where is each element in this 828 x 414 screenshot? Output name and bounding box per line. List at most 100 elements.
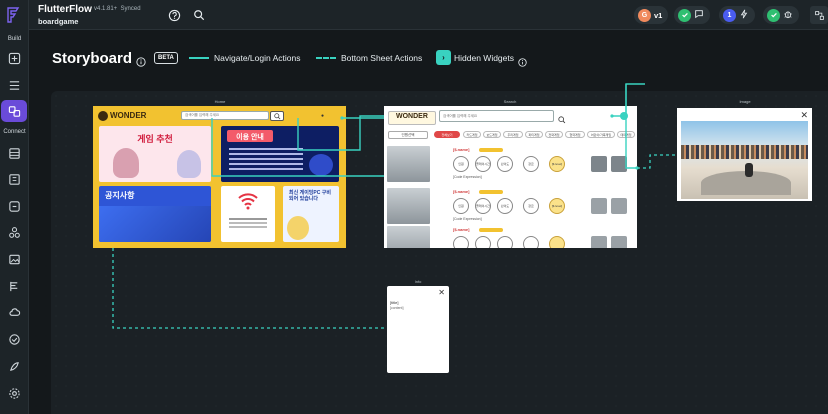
lightning-icon[interactable]	[739, 6, 749, 24]
share-icon[interactable]	[810, 6, 828, 24]
debug-pill[interactable]	[763, 6, 799, 24]
image-screen[interactable]: ✕	[677, 108, 812, 201]
copy-button[interactable]	[611, 198, 627, 214]
copy-button[interactable]	[611, 236, 627, 248]
chip-category[interactable]: 테마게임	[617, 131, 635, 138]
info-icon[interactable]	[136, 54, 146, 72]
search-screen-label: Search	[503, 99, 517, 104]
sidebar-section-connect: Connect	[3, 129, 26, 135]
game-list-item[interactable]: [$.name]	[387, 224, 634, 248]
widget-tree-icon[interactable]	[6, 77, 22, 93]
chip-category[interactable]: 어린이/가족게임	[587, 131, 615, 138]
project-name[interactable]: boardgame	[38, 17, 78, 26]
chip-category[interactable]: 보드게임	[483, 131, 501, 138]
mascot-image	[287, 216, 309, 240]
theme-icon[interactable]	[6, 358, 22, 374]
cloud-functions-icon[interactable]	[6, 304, 22, 320]
stat-bubble: 인원	[453, 156, 469, 172]
game-recommend-tile[interactable]: 게임 추천	[99, 126, 211, 182]
copy-button[interactable]	[611, 156, 627, 172]
location-icon[interactable]	[620, 112, 628, 120]
close-icon[interactable]: ✕	[438, 288, 445, 297]
media-assets-icon[interactable]	[6, 251, 22, 267]
notice-image	[99, 206, 211, 242]
avatar-icon: G	[638, 8, 651, 22]
game-thumbnail	[387, 188, 430, 224]
stat-bubble	[475, 236, 491, 248]
chip-all[interactable]: 전체보기	[434, 131, 460, 138]
pages-icon[interactable]	[6, 50, 22, 66]
home-screen[interactable]: WONDER 검색어를 입력해 주세요 ● 게임 추천 이용 안내 공지사항 최…	[93, 106, 346, 248]
search-icon[interactable]	[270, 111, 284, 121]
chat-icon[interactable]	[694, 6, 704, 24]
gaming-pc-tile[interactable]: 최신 게이밍PC 구비되어 있습니다	[283, 186, 339, 242]
level-bubble: [$.level]	[549, 198, 565, 214]
search-icon[interactable]	[558, 111, 566, 129]
info-bottom-sheet[interactable]: ✕ [title] [content]	[387, 286, 449, 373]
tile-title: 최신 게이밍PC 구비되어 있습니다	[289, 190, 331, 202]
game-list-item[interactable]: [$.name] 인원 플레이시간 난이도 장르 [$.level] [Code…	[387, 186, 634, 224]
game-list-item[interactable]: [$.name] 인원 플레이시간 난이도 장르 [$.level] [Code…	[387, 144, 634, 182]
api-calls-icon[interactable]	[6, 171, 22, 187]
version-badge: v1	[654, 10, 663, 20]
legend-hidden-widgets: Hidden Widgets	[454, 53, 515, 63]
search-page-input[interactable]: 검색어를 입력해 주세요	[439, 110, 554, 122]
character-image	[113, 148, 139, 178]
chip-category[interactable]: 전략게임	[545, 131, 563, 138]
info-content: [content]	[390, 306, 404, 310]
title-text: Storyboard	[52, 50, 133, 67]
tile-title: 이용 안내	[236, 134, 264, 141]
search-screen[interactable]: WONDER 검색어를 입력해 주세요 인원선택 전체보기 카드게임 보드게임 …	[384, 106, 637, 248]
search-icon[interactable]	[192, 8, 206, 22]
app-settings-icon[interactable]	[6, 278, 22, 294]
search-logo: WONDER	[396, 113, 428, 120]
game-name: [$.name]	[453, 147, 470, 152]
chip-category[interactable]: 협력게임	[565, 131, 585, 138]
chip-category[interactable]: 카드게임	[463, 131, 481, 138]
validation-pill[interactable]	[674, 6, 710, 24]
level-bubble: [$.level]	[549, 156, 565, 172]
top-bar: FlutterFlow v4.1.81+ Synced boardgame G …	[29, 0, 828, 30]
storyboard-icon[interactable]	[1, 100, 27, 122]
collaborators-pill[interactable]: 1	[719, 6, 755, 24]
people-select[interactable]: 인원선택	[388, 131, 428, 139]
bug-icon[interactable]	[783, 6, 793, 24]
close-icon[interactable]: ✕	[800, 110, 808, 121]
navigate-legend-line	[189, 57, 209, 59]
app-state-icon[interactable]	[6, 198, 22, 214]
level-bubble	[549, 236, 565, 248]
stat-bubble: 장르	[523, 156, 539, 172]
sync-status: Synced	[120, 6, 141, 12]
firestore-icon[interactable]	[6, 145, 22, 161]
wifi-icon	[237, 192, 259, 215]
stat-bubble: 인원	[453, 198, 469, 214]
chip-category[interactable]: 파티게임	[525, 131, 543, 138]
home-search-input[interactable]: 검색어를 입력해 주세요	[181, 111, 269, 120]
guide-text-lines	[229, 148, 303, 150]
bookmark-button[interactable]	[591, 156, 607, 172]
flutterflow-logo-icon[interactable]	[5, 6, 23, 24]
stat-bubble: 플레이시간	[475, 156, 491, 172]
custom-code-icon[interactable]	[6, 224, 22, 240]
usage-guide-tile[interactable]: 이용 안내	[221, 126, 339, 182]
wifi-tile[interactable]	[221, 186, 275, 242]
version-selector[interactable]: G v1	[634, 6, 668, 24]
app-version: v4.1.81+ Synced	[94, 6, 141, 12]
settings-icon[interactable]	[6, 385, 22, 401]
skater-image	[745, 163, 753, 177]
hidden-widgets-toggle[interactable]: ›	[436, 50, 451, 65]
bookmark-button[interactable]	[591, 198, 607, 214]
info-screen-label: Info	[414, 279, 422, 284]
help-icon[interactable]	[167, 8, 181, 22]
logo-mark-icon	[98, 111, 108, 121]
code-expression: [Code Expression]	[453, 175, 482, 179]
info-icon[interactable]	[518, 54, 527, 72]
notice-tile[interactable]: 공지사항	[99, 186, 211, 242]
level-badge	[479, 148, 503, 152]
location-icon[interactable]: ●	[321, 113, 324, 119]
version-text: v4.1.81+	[94, 6, 118, 12]
sidebar: Build Connect	[0, 0, 29, 414]
bookmark-button[interactable]	[591, 236, 607, 248]
testing-icon[interactable]	[6, 331, 22, 347]
chip-category[interactable]: 추리게임	[503, 131, 523, 138]
